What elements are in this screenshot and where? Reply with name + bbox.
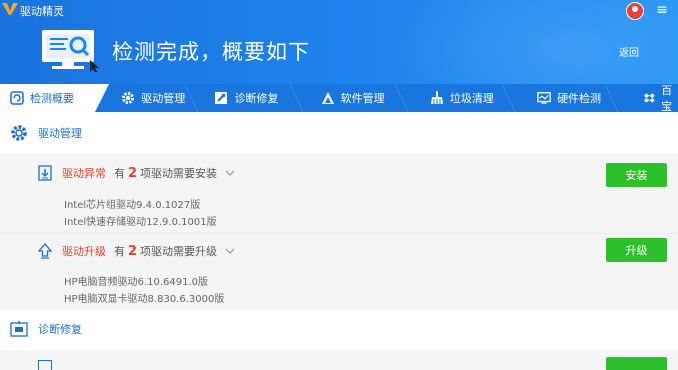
list-item: HP电脑音频驱动6.10.6491.0版 <box>64 277 208 288</box>
broom-icon <box>430 91 443 104</box>
logo-icon <box>2 3 18 15</box>
user-avatar-icon[interactable] <box>626 2 644 20</box>
tab-driver-manage[interactable]: 驱动管理 <box>95 84 200 112</box>
section-title: 驱动管理 <box>38 127 82 140</box>
tab-label: 硬件检测 <box>557 92 602 105</box>
diagnose-icon <box>10 321 28 337</box>
upgrade-count: 2 <box>128 244 138 259</box>
tab-label: 垃圾清理 <box>449 92 494 105</box>
tab-label: 软件管理 <box>340 92 385 105</box>
diagnose-group <box>0 350 678 370</box>
header-banner: 驱动精灵 ≡ 检测完成，概要如下 返回 <box>0 0 678 84</box>
abnormal-title: 驱动异常 <box>62 167 106 180</box>
app-title: 驱动精灵 <box>20 5 64 18</box>
install-icon <box>38 165 52 181</box>
tab-toolbox[interactable]: 百宝 <box>618 84 678 113</box>
monitor-search-icon <box>42 30 99 72</box>
tab-diagnose[interactable]: 诊断修复 <box>198 84 304 112</box>
section-diagnose-header: 诊断修复 <box>0 310 678 348</box>
chevron-down-icon[interactable] <box>225 170 235 177</box>
driver-abnormal-row: 驱动异常 有 2 项驱动需要安装 <box>38 165 235 181</box>
install-button[interactable]: 安装 <box>606 163 667 187</box>
section-title: 诊断修复 <box>38 323 82 336</box>
toolbox-icon <box>644 93 656 103</box>
tab-hardware[interactable]: 硬件检测 <box>515 84 619 112</box>
section-driver-header: 驱动管理 <box>0 114 678 152</box>
list-item: HP电脑双显卡驱动8.830.6.3000版 <box>64 294 225 305</box>
upgrade-title: 驱动升级 <box>62 245 106 258</box>
tab-label: 百宝 <box>661 84 673 113</box>
list-item: Intel快速存储驱动12.9.0.1001版 <box>64 217 217 228</box>
chevron-down-icon[interactable] <box>225 248 235 255</box>
gear-icon <box>11 125 27 141</box>
menu-icon[interactable]: ≡ <box>656 3 668 17</box>
list-item: Intel芯片组驱动9.4.0.1027版 <box>64 200 201 211</box>
abnormal-count: 2 <box>128 166 138 181</box>
diagnose-action-button[interactable] <box>606 357 667 370</box>
upgrade-button[interactable]: 升级 <box>606 238 667 262</box>
tab-label: 诊断修复 <box>234 92 279 105</box>
tab-software[interactable]: 软件管理 <box>303 84 409 112</box>
upgrade-desc: 有 2 项驱动需要升级 <box>114 244 218 259</box>
diagnose-item-icon <box>38 360 52 370</box>
tab-overview[interactable]: 检测概要 <box>0 84 110 112</box>
upgrade-arrow-icon <box>38 243 52 259</box>
abnormal-desc: 有 2 项驱动需要安装 <box>114 166 218 181</box>
wrench-icon <box>215 92 228 104</box>
tab-label: 驱动管理 <box>141 92 186 105</box>
software-icon <box>321 92 334 104</box>
tab-bar: 检测概要 驱动管理 诊断修复 软件管理 垃圾清理 硬件检测 百宝 <box>0 84 678 113</box>
back-button[interactable]: 返回 <box>619 44 639 59</box>
tab-label: 检测概要 <box>30 92 74 105</box>
page-headline: 检测完成，概要如下 <box>112 40 310 64</box>
hardware-icon <box>537 92 551 104</box>
gear-icon <box>122 92 135 104</box>
refresh-icon <box>10 91 24 105</box>
tab-cleanup[interactable]: 垃圾清理 <box>408 84 516 112</box>
driver-upgrade-row: 驱动升级 有 2 项驱动需要升级 <box>38 243 235 259</box>
